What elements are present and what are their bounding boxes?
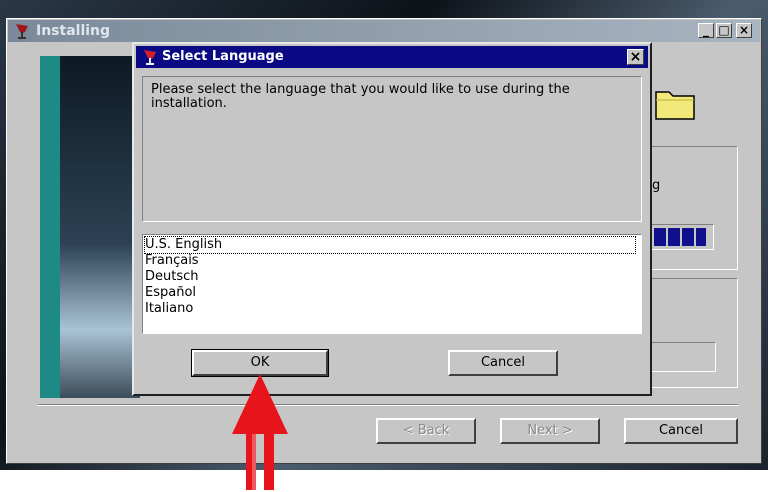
next-button[interactable]: Next > (500, 418, 600, 444)
language-option[interactable]: Español (145, 285, 196, 301)
language-option[interactable]: Italiano (145, 301, 193, 317)
progress-group (640, 146, 738, 270)
progress-segment (696, 228, 706, 246)
status-field (650, 342, 716, 372)
dialog-cancel-button[interactable]: Cancel (448, 350, 558, 376)
dialog-titlebar: Select Language × (136, 46, 648, 68)
back-button[interactable]: < Back (376, 418, 476, 444)
progress-segment (668, 228, 680, 246)
select-language-dialog: Select Language × Please select the lang… (132, 42, 652, 396)
dialog-title: Select Language (162, 49, 284, 64)
close-icon: × (629, 49, 642, 65)
language-option[interactable]: Deutsch (145, 269, 199, 285)
installer-title: Installing (36, 23, 111, 39)
progress-label-fragment: g (652, 178, 661, 193)
minimize-button[interactable]: _ (698, 23, 714, 38)
folder-icon (655, 91, 695, 120)
installer-banner-image (40, 56, 140, 398)
installer-titlebar: Installing _ □ × (8, 20, 760, 42)
progress-segment (682, 228, 694, 246)
footer-divider (38, 404, 738, 406)
progress-segment (654, 228, 666, 246)
wine-glass-icon (16, 24, 28, 39)
wine-glass-icon (144, 50, 156, 65)
dialog-close-button[interactable]: × (627, 49, 644, 65)
red-arrow-icon (232, 374, 288, 490)
main-cancel-button[interactable]: Cancel (624, 418, 738, 444)
close-button[interactable]: × (736, 23, 752, 38)
maximize-button[interactable]: □ (716, 23, 732, 38)
language-list[interactable]: U.S. English Français Deutsch Español It… (142, 234, 642, 334)
dialog-message: Please select the language that you woul… (151, 82, 570, 111)
language-option[interactable]: Français (145, 253, 199, 269)
language-option[interactable]: U.S. English (144, 236, 636, 254)
dialog-message-box: Please select the language that you woul… (142, 76, 642, 222)
